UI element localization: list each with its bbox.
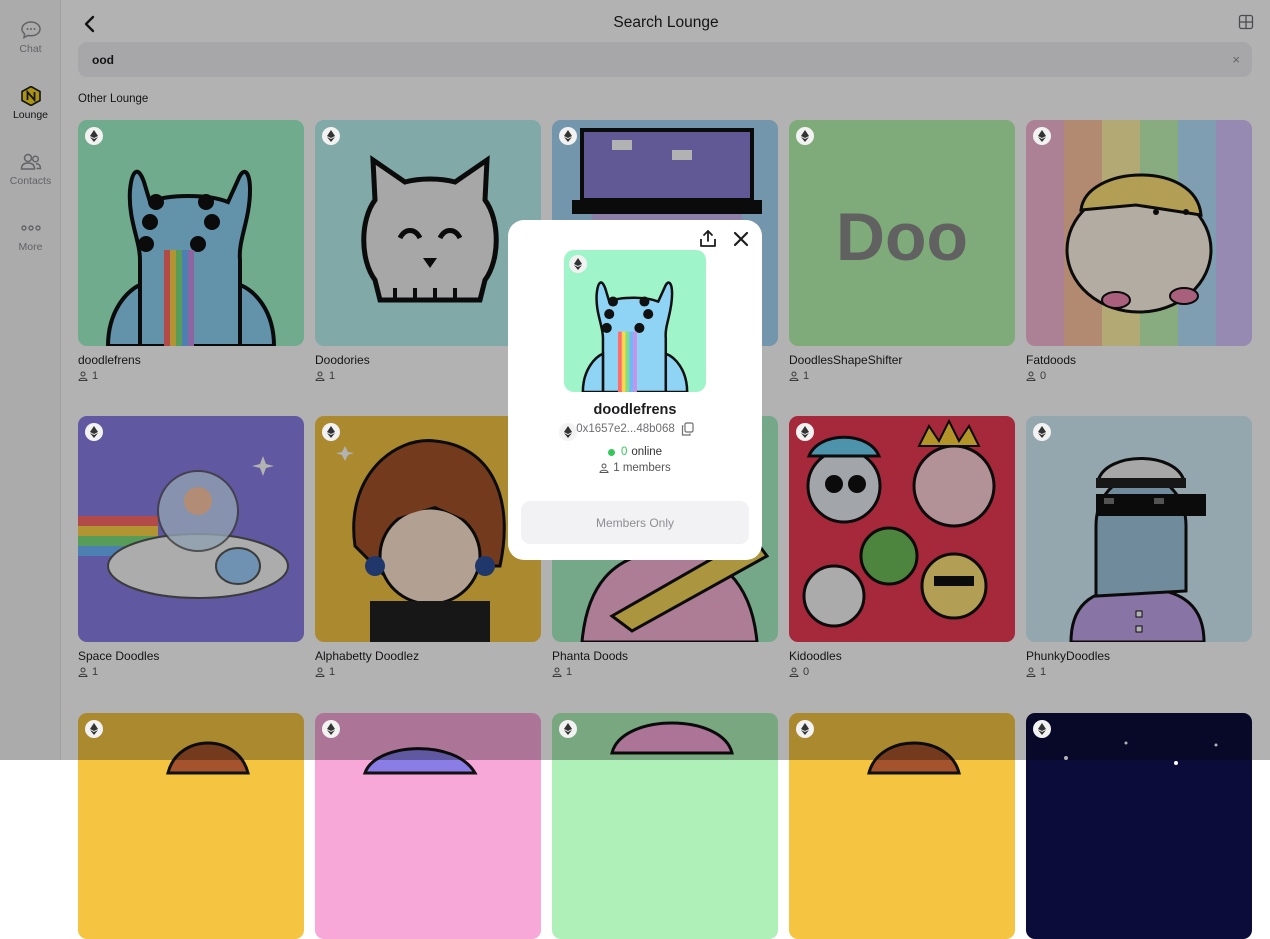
contract-address: 0x1657e2...48b068 (576, 423, 675, 435)
ethereum-icon (85, 720, 103, 738)
online-status: 0 online (508, 446, 762, 458)
ethereum-icon (559, 127, 577, 145)
ethereum-icon (322, 423, 340, 441)
ethereum-icon (569, 255, 587, 273)
ethereum-icon (796, 127, 814, 145)
online-count: 0 (620, 446, 628, 458)
close-icon[interactable] (732, 230, 750, 248)
lounge-detail-modal: doodlefrens 0x1657e2...48b068 0 online 1… (508, 220, 762, 560)
ethereum-icon (322, 127, 340, 145)
ethereum-icon (85, 423, 103, 441)
ethereum-icon (322, 720, 340, 738)
ethereum-icon (559, 720, 577, 738)
ethereum-icon (85, 127, 103, 145)
modal-thumbnail (564, 250, 706, 392)
members-row: 1 members (508, 462, 762, 474)
ethereum-icon (559, 423, 577, 441)
doodle-creature-art (581, 281, 689, 392)
ethereum-icon (1033, 720, 1051, 738)
online-dot-icon (607, 448, 615, 456)
ethereum-icon (1033, 127, 1051, 145)
modal-address-row: 0x1657e2...48b068 (508, 422, 762, 436)
ethereum-icon (796, 423, 814, 441)
copy-icon[interactable] (681, 422, 694, 436)
members-text: 1 members (613, 462, 671, 474)
members-only-button[interactable]: Members Only (521, 501, 749, 544)
modal-lounge-name: doodlefrens (593, 402, 677, 418)
person-icon (599, 463, 609, 473)
ethereum-icon (796, 720, 814, 738)
share-icon[interactable] (698, 229, 718, 249)
online-label: online (631, 446, 663, 458)
ethereum-icon (1033, 423, 1051, 441)
